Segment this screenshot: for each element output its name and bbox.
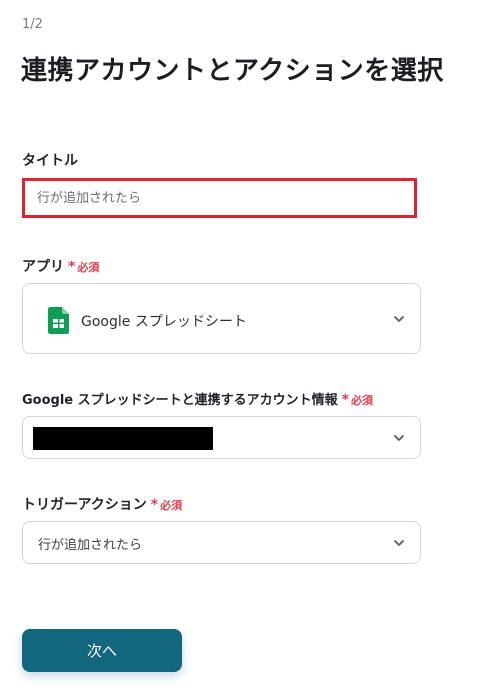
account-select[interactable] [22,416,421,459]
title-input[interactable] [22,178,417,218]
required-badge: * 必須 [150,497,183,513]
required-text: 必須 [77,261,100,274]
next-button[interactable]: 次へ [22,629,182,672]
trigger-select-value: 行が追加されたら [38,538,143,553]
required-text: 必須 [160,499,183,512]
required-text: 必須 [350,394,373,407]
step-indicator: 1/2 [22,17,43,32]
chevron-down-icon [394,434,404,441]
trigger-field-label: トリガーアクション * 必須 [22,494,182,514]
google-sheets-icon [48,307,69,334]
page-title: 連携アカウントとアクションを選択 [21,56,444,86]
account-label-text: Google スプレッドシートと連携するアカウント情報 [22,393,338,408]
title-field-label: タイトル [22,153,78,169]
redacted-account-value [33,427,213,450]
required-asterisk: * [68,259,76,275]
app-select[interactable]: Google スプレッドシート [22,283,421,354]
app-field-label: アプリ * 必須 [22,256,99,276]
app-select-value: Google スプレッドシート [81,314,247,330]
required-badge: * 必須 [68,259,100,275]
required-asterisk: * [341,392,349,408]
app-label-text: アプリ [22,259,64,275]
chevron-down-icon [394,539,404,546]
trigger-label-text: トリガーアクション [22,497,147,513]
chevron-down-icon [394,315,404,322]
trigger-action-select[interactable]: 行が追加されたら [22,521,421,564]
account-field-label: Google スプレッドシートと連携するアカウント情報 * 必須 [22,389,373,408]
required-badge: * 必須 [341,392,373,408]
required-asterisk: * [150,497,159,513]
